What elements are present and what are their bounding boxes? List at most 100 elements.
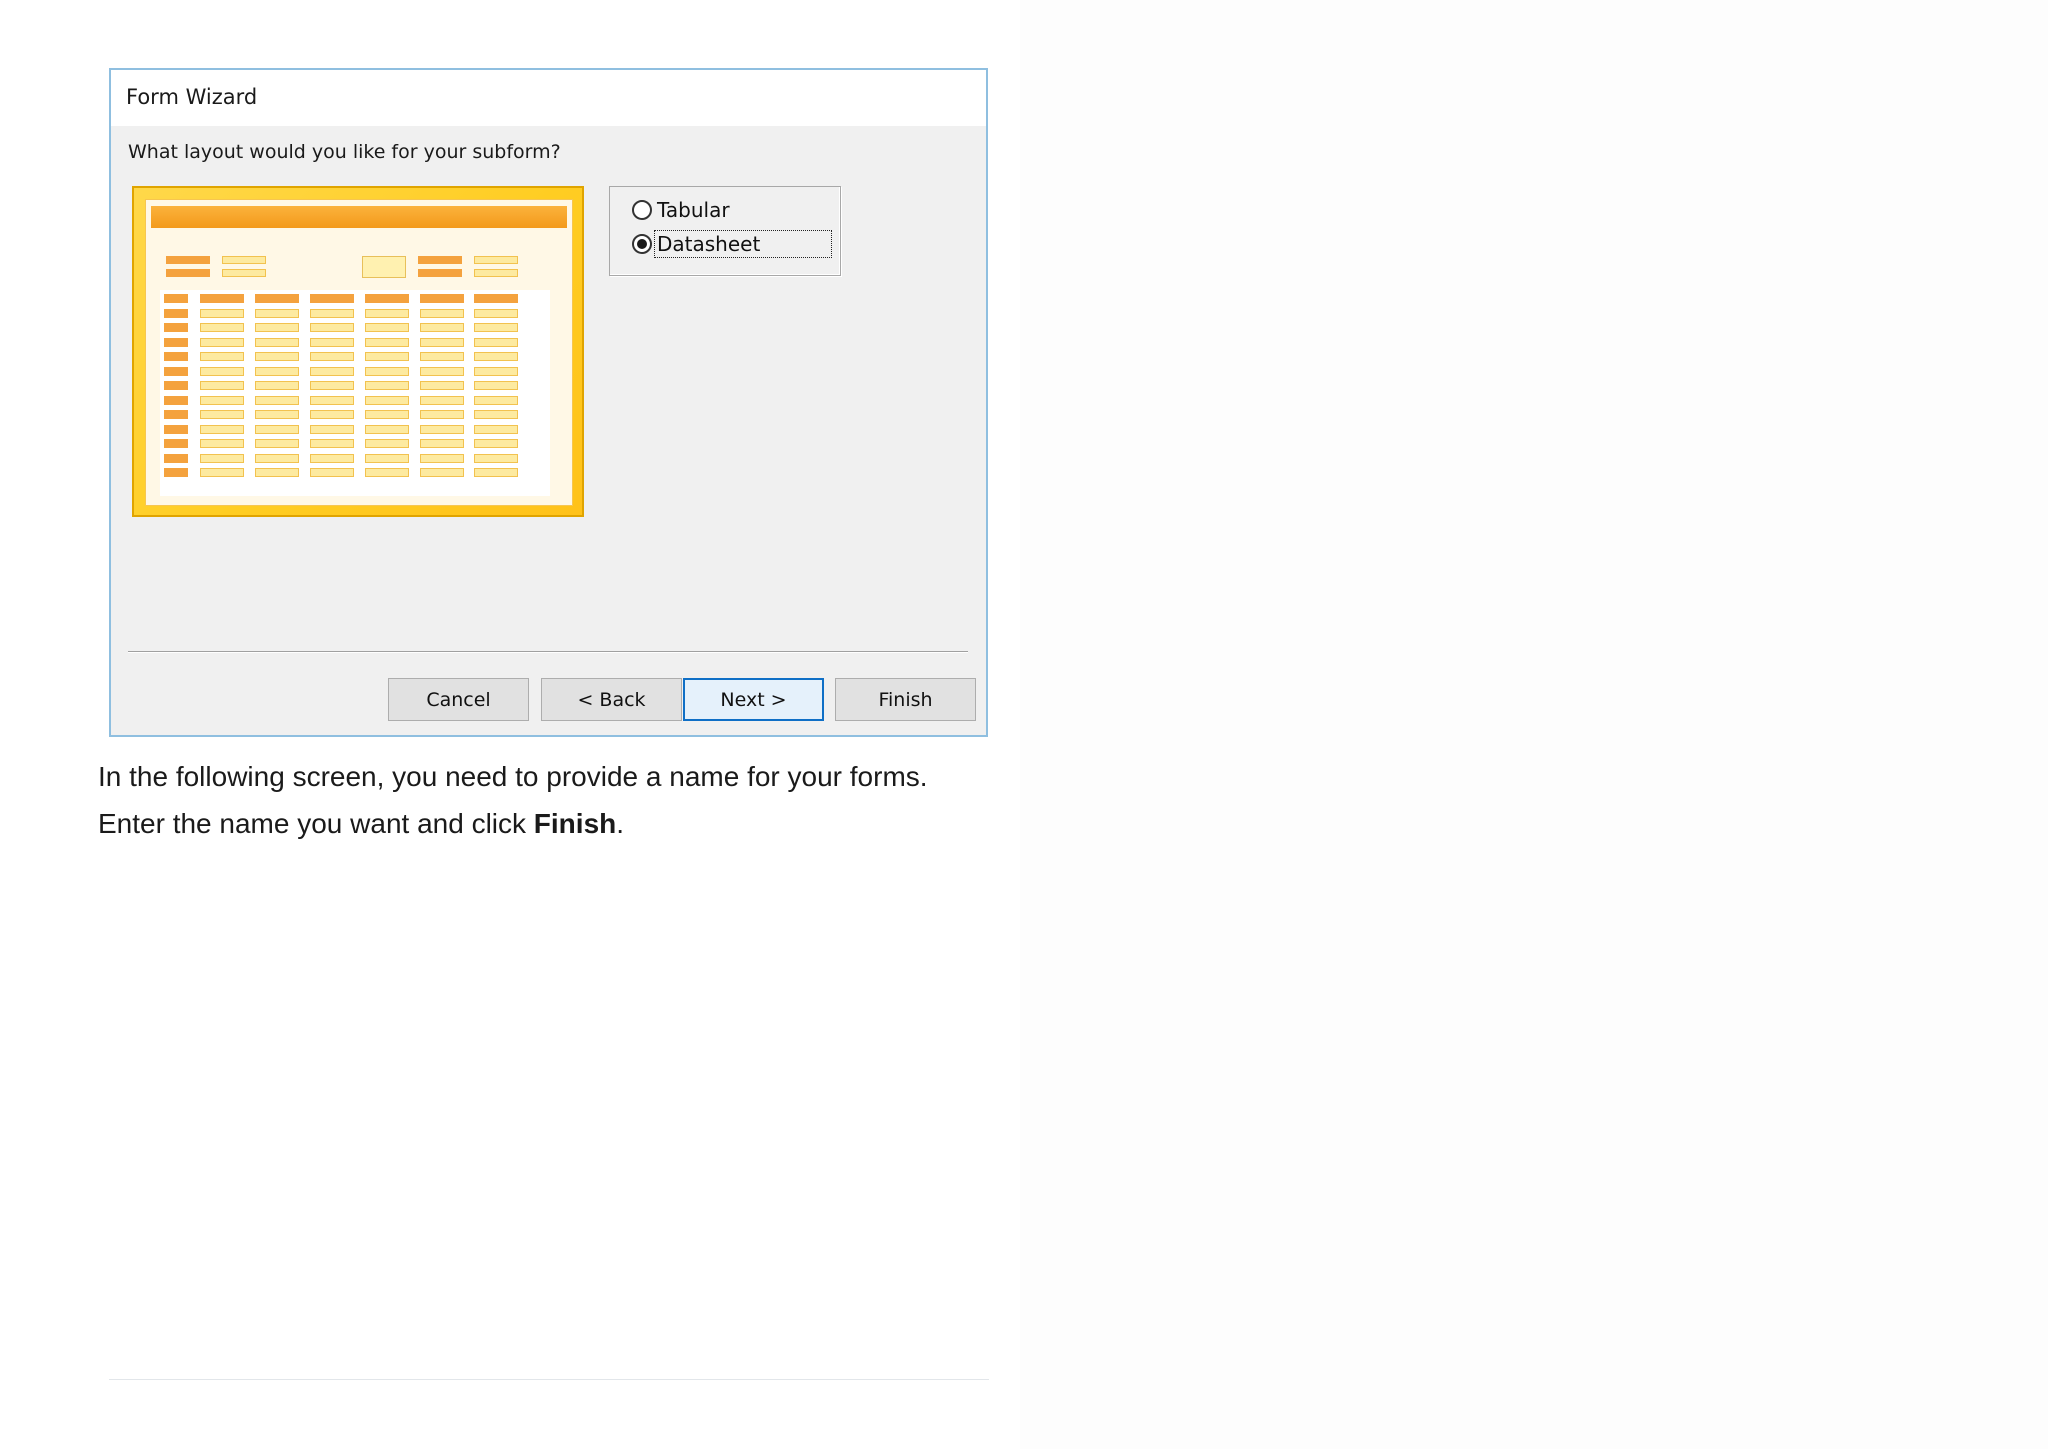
preview-datasheet-cell	[310, 337, 354, 347]
option-tabular-label: Tabular	[657, 198, 730, 222]
preview-datasheet-cell	[200, 294, 244, 303]
preview-datasheet-cell	[474, 453, 518, 463]
preview-datasheet-cell	[255, 468, 299, 477]
preview-form-field	[222, 269, 266, 277]
preview-datasheet-cell	[310, 468, 354, 477]
preview-datasheet-cell	[420, 352, 464, 361]
preview-datasheet-cell	[200, 453, 244, 463]
preview-datasheet-cell	[420, 439, 464, 448]
preview-datasheet-cell	[255, 410, 299, 419]
instruction-line-2: Enter the name you want and click Finish…	[98, 800, 998, 847]
preview-datasheet-cell	[255, 395, 299, 405]
instruction-period: .	[616, 808, 625, 839]
preview-datasheet-cell	[164, 352, 188, 361]
next-button[interactable]: Next >	[683, 678, 824, 721]
preview-form-label	[418, 269, 462, 277]
instruction-text: Enter the name you want and click	[98, 808, 534, 839]
preview-header-bar	[151, 206, 567, 228]
preview-datasheet-cell	[474, 395, 518, 405]
preview-datasheet-cell	[200, 439, 244, 448]
preview-form-label	[166, 256, 210, 264]
preview-datasheet-cell	[420, 410, 464, 419]
preview-datasheet-cell	[310, 308, 354, 318]
preview-datasheet-cell	[200, 352, 244, 361]
finish-button[interactable]: Finish	[835, 678, 976, 721]
preview-datasheet-cell	[255, 424, 299, 434]
preview-datasheet-cell	[200, 424, 244, 434]
finish-emphasis: Finish	[533, 808, 617, 839]
preview-datasheet-cell	[365, 294, 409, 303]
preview-datasheet-cell	[474, 323, 518, 332]
preview-datasheet-cell	[365, 395, 409, 405]
preview-form-field	[474, 256, 518, 264]
preview-datasheet-cell	[310, 366, 354, 376]
preview-datasheet-cell	[164, 337, 188, 347]
dialog-separator	[128, 651, 968, 653]
preview-datasheet-cell	[255, 366, 299, 376]
preview-form-label	[418, 256, 462, 264]
preview-datasheet-cell	[420, 308, 464, 318]
preview-form	[145, 199, 573, 506]
preview-datasheet-cell	[164, 381, 188, 390]
back-button[interactable]: < Back	[541, 678, 682, 721]
preview-datasheet-cell	[164, 395, 188, 405]
preview-datasheet-cell	[255, 308, 299, 318]
preview-datasheet-cell	[255, 294, 299, 303]
preview-datasheet-cell	[200, 308, 244, 318]
preview-datasheet-cell	[310, 453, 354, 463]
preview-datasheet-cell	[164, 308, 188, 318]
preview-datasheet-cell	[255, 453, 299, 463]
preview-datasheet-cell	[420, 395, 464, 405]
preview-datasheet-cell	[200, 366, 244, 376]
dialog-titlebar: Form Wizard	[111, 70, 986, 126]
preview-datasheet-cell	[420, 468, 464, 477]
preview-datasheet-cell	[310, 323, 354, 332]
preview-datasheet-cell	[164, 410, 188, 419]
preview-datasheet-cell	[200, 395, 244, 405]
preview-datasheet-cell	[420, 337, 464, 347]
preview-form-field	[362, 256, 406, 278]
preview-datasheet-cell	[365, 337, 409, 347]
preview-datasheet-cell	[365, 468, 409, 477]
page-right-margin	[1020, 0, 2048, 1449]
preview-datasheet-cell	[310, 294, 354, 303]
preview-datasheet-cell	[474, 424, 518, 434]
layout-option-group: Tabular Datasheet	[609, 186, 841, 276]
preview-datasheet-cell	[365, 366, 409, 376]
preview-datasheet-cell	[474, 308, 518, 318]
instruction-paragraph: In the following screen, you need to pro…	[98, 753, 998, 847]
preview-datasheet-cell	[474, 410, 518, 419]
preview-datasheet-cell	[365, 352, 409, 361]
preview-datasheet-cell	[365, 323, 409, 332]
radio-tabular[interactable]	[632, 200, 652, 220]
preview-datasheet-cell	[255, 337, 299, 347]
cancel-button[interactable]: Cancel	[388, 678, 529, 721]
preview-datasheet-cell	[310, 410, 354, 419]
preview-datasheet-cell	[310, 395, 354, 405]
preview-datasheet-cell	[474, 381, 518, 390]
preview-datasheet-cell	[365, 381, 409, 390]
preview-datasheet-cell	[310, 352, 354, 361]
preview-datasheet-cell	[310, 424, 354, 434]
radio-selected-dot	[637, 239, 647, 249]
preview-datasheet-cell	[164, 424, 188, 434]
preview-datasheet-cell	[310, 381, 354, 390]
preview-datasheet-cell	[474, 468, 518, 477]
preview-datasheet-cell	[164, 323, 188, 332]
preview-datasheet-cell	[474, 366, 518, 376]
option-tabular[interactable]: Tabular	[632, 197, 731, 223]
option-datasheet[interactable]: Datasheet	[632, 230, 832, 258]
preview-datasheet-cell	[200, 381, 244, 390]
preview-datasheet-cell	[420, 294, 464, 303]
layout-preview-image	[132, 186, 584, 517]
preview-datasheet-cell	[365, 308, 409, 318]
instruction-line-1: In the following screen, you need to pro…	[98, 761, 928, 792]
radio-datasheet[interactable]	[632, 234, 652, 254]
preview-datasheet-cell	[474, 337, 518, 347]
dialog-title: Form Wizard	[126, 85, 258, 109]
preview-datasheet-cell	[200, 323, 244, 332]
preview-datasheet-cell	[420, 366, 464, 376]
preview-form-field	[222, 256, 266, 264]
preview-datasheet-cell	[200, 468, 244, 477]
preview-datasheet-cell	[420, 453, 464, 463]
